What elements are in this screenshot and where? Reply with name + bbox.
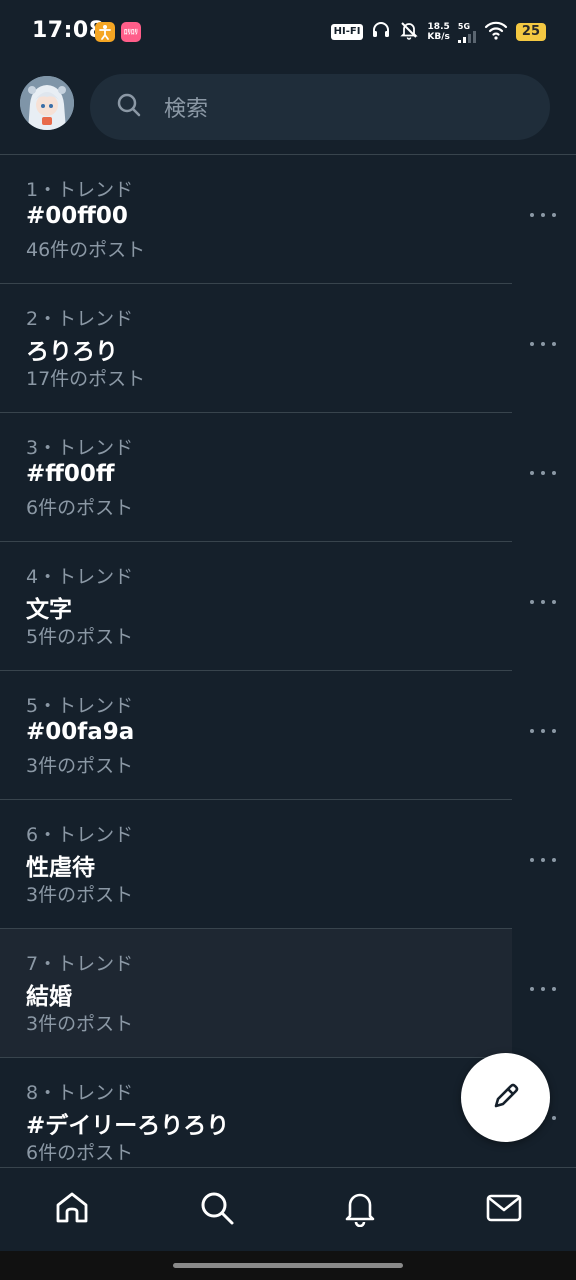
battery-icon: 25 xyxy=(515,23,546,41)
trend-post-count: 5件のポスト xyxy=(26,626,134,648)
trend-list: 1・トレンド #00ff00 46件のポスト 2・トレンド ろりろり 17件のポ… xyxy=(0,155,576,1187)
notification-app-icon: ﾛﾘﾛﾘ xyxy=(121,22,141,42)
trend-item[interactable]: 2・トレンド ろりろり 17件のポスト xyxy=(0,284,576,413)
trend-rank-label: 3・トレンド xyxy=(26,437,134,459)
trend-post-count: 17件のポスト xyxy=(26,368,146,390)
compose-button[interactable] xyxy=(461,1053,550,1142)
more-options-icon[interactable] xyxy=(530,592,556,612)
trend-title: 文字 xyxy=(26,597,72,623)
bell-icon xyxy=(342,1189,378,1231)
trend-rank-label: 8・トレンド xyxy=(26,1082,134,1104)
trend-title: #00fa9a xyxy=(26,719,135,745)
gesture-bar[interactable] xyxy=(173,1263,403,1268)
headphones-icon xyxy=(371,20,391,44)
trend-rank-label: 1・トレンド xyxy=(26,179,134,201)
trend-title: #ff00ff xyxy=(26,461,115,487)
signal-icon: 5G xyxy=(457,21,476,43)
mail-icon xyxy=(485,1192,523,1228)
trend-item[interactable]: 6・トレンド 性虐待 3件のポスト xyxy=(0,800,576,929)
trend-rank-label: 4・トレンド xyxy=(26,566,134,588)
search-input[interactable]: 検索 xyxy=(90,74,550,140)
status-indicators: HI-FI 18.5 KB/s 5G 25 xyxy=(330,18,546,46)
bottom-nav xyxy=(0,1167,576,1251)
nav-search[interactable] xyxy=(195,1188,239,1232)
trend-rank-label: 6・トレンド xyxy=(26,824,134,846)
more-options-icon[interactable] xyxy=(530,334,556,354)
avatar[interactable] xyxy=(20,76,74,130)
trend-title: #デイリーろりろり xyxy=(26,1113,230,1139)
home-icon xyxy=(53,1189,91,1231)
trend-rank-label: 5・トレンド xyxy=(26,695,134,717)
search-placeholder: 検索 xyxy=(164,97,209,122)
nav-home[interactable] xyxy=(50,1188,94,1232)
trend-rank-label: 7・トレンド xyxy=(26,953,134,975)
pencil-icon xyxy=(489,1079,523,1117)
trend-post-count: 3件のポスト xyxy=(26,884,134,906)
network-speed: 18.5 KB/s xyxy=(427,22,449,42)
trend-rank-label: 2・トレンド xyxy=(26,308,134,330)
trend-post-count: 46件のポスト xyxy=(26,239,146,261)
more-options-icon[interactable] xyxy=(530,205,556,225)
trend-item[interactable]: 4・トレンド 文字 5件のポスト xyxy=(0,542,576,671)
speed-unit: KB/s xyxy=(427,32,450,42)
status-time: 17:08 xyxy=(32,18,105,43)
network-type: 5G xyxy=(457,21,471,31)
trend-post-count: 3件のポスト xyxy=(26,1013,134,1035)
hifi-badge: HI-FI xyxy=(330,24,364,40)
bell-muted-icon xyxy=(399,20,419,44)
trend-item[interactable]: 3・トレンド #ff00ff 6件のポスト xyxy=(0,413,576,542)
trend-post-count: 6件のポスト xyxy=(26,497,134,519)
accessibility-app-icon xyxy=(95,22,115,42)
more-options-icon[interactable] xyxy=(530,979,556,999)
status-bar: 17:08 ﾛﾘﾛﾘ HI-FI 18.5 KB/s 5G 25 xyxy=(0,0,576,62)
trend-post-count: 3件のポスト xyxy=(26,755,134,777)
trend-post-count: 6件のポスト xyxy=(26,1142,134,1164)
trend-title: #00ff00 xyxy=(26,203,128,229)
trend-title: 結婚 xyxy=(26,984,72,1010)
search-icon xyxy=(116,92,142,122)
nav-notifications[interactable] xyxy=(338,1188,382,1232)
speed-value: 18.5 xyxy=(427,22,450,32)
search-icon xyxy=(198,1189,236,1231)
trends-page: 17:08 ﾛﾘﾛﾘ HI-FI 18.5 KB/s 5G 25 検索 1・トレ… xyxy=(0,0,576,1280)
trend-item[interactable]: 5・トレンド #00fa9a 3件のポスト xyxy=(0,671,576,800)
more-options-icon[interactable] xyxy=(530,850,556,870)
trend-item[interactable]: 7・トレンド 結婚 3件のポスト xyxy=(0,929,576,1058)
wifi-icon xyxy=(484,20,508,44)
more-options-icon[interactable] xyxy=(530,463,556,483)
system-gesture-area xyxy=(0,1251,576,1280)
trend-title: 性虐待 xyxy=(26,855,95,881)
more-options-icon[interactable] xyxy=(530,721,556,741)
nav-messages[interactable] xyxy=(482,1188,526,1232)
trend-title: ろりろり xyxy=(26,339,118,365)
trend-item[interactable]: 1・トレンド #00ff00 46件のポスト xyxy=(0,155,576,284)
